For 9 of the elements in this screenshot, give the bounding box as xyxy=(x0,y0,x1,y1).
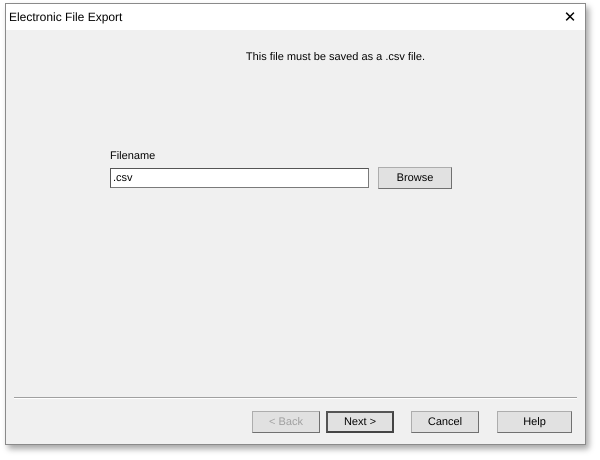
filename-label: Filename xyxy=(110,150,156,162)
dialog-button[interactable]: Next > xyxy=(326,411,394,433)
dialog-button[interactable]: Cancel xyxy=(411,411,479,433)
close-button[interactable]: ✕ xyxy=(555,4,585,30)
window-title: Electronic File Export xyxy=(9,10,122,24)
instruction-text: This file must be saved as a .csv file. xyxy=(244,51,426,63)
dialog-button[interactable]: Help xyxy=(497,411,572,433)
browse-button[interactable]: Browse xyxy=(378,167,452,189)
filename-field[interactable]: .csv xyxy=(110,168,369,188)
